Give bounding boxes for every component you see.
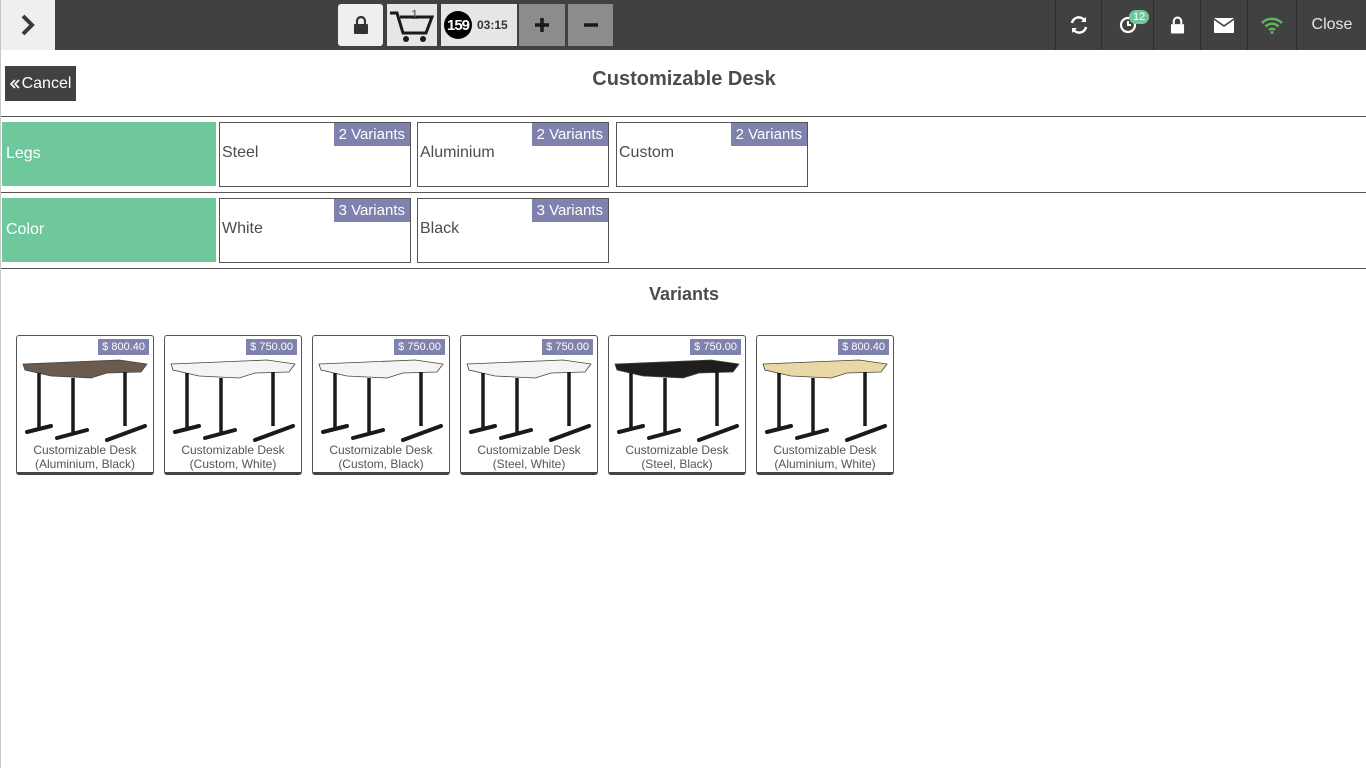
attribute-value-name: Custom [619, 144, 675, 161]
remove-order-button[interactable] [568, 4, 613, 46]
notification-badge: 12 [1129, 10, 1150, 24]
product-name-line: Customizable Desk [625, 443, 729, 457]
product-variant-line: (Steel, White) [492, 457, 566, 471]
product-price: $ 750.00 [690, 339, 741, 355]
attribute-label-color: Color [2, 198, 216, 262]
attribute-value-aluminium[interactable]: Aluminium 2 Variants [417, 122, 609, 187]
close-button[interactable]: Close [1296, 0, 1366, 50]
attribute-value-name: Steel [222, 144, 259, 161]
product-price: $ 750.00 [394, 339, 445, 355]
connection-status[interactable] [1247, 0, 1296, 50]
product-tile[interactable]: $ 800.40 Customizable Desk (Aluminium, Bla… [16, 335, 154, 475]
session-number: 159 [444, 11, 472, 39]
attribute-value-name: Aluminium [420, 144, 495, 161]
product-image [762, 359, 888, 442]
wifi-icon [1261, 17, 1283, 34]
page-title: Customizable Desk [592, 68, 776, 90]
session-time: 03:15 [477, 18, 508, 32]
attribute-value-name: Black [420, 220, 460, 237]
order-number: 1 [411, 7, 419, 22]
product-name: Customizable Desk (Custom, White) [165, 443, 301, 471]
lock-button[interactable] [338, 4, 383, 46]
product-name-line: Customizable Desk [773, 443, 877, 457]
product-image [614, 359, 740, 442]
attribute-value-black[interactable]: Black 3 Variants [417, 198, 609, 263]
product-image [318, 359, 444, 442]
sync-button[interactable] [1055, 0, 1101, 50]
product-name: Customizable Desk (Aluminium, White) [757, 443, 893, 471]
minus-icon [583, 23, 598, 27]
product-name-line: Customizable Desk [477, 443, 581, 457]
product-image [22, 359, 148, 442]
lock-screen-button[interactable] [1153, 0, 1200, 50]
divider [1, 116, 1366, 117]
product-tile[interactable]: $ 750.00 Customizable Desk (Steel, White) [460, 335, 598, 475]
messages-button[interactable] [1200, 0, 1247, 50]
session-button[interactable]: 159 03:15 [441, 4, 517, 46]
lock-icon [1170, 16, 1184, 34]
product-price: $ 750.00 [246, 339, 297, 355]
product-variant-line: (Steel, Black) [641, 457, 713, 471]
mail-icon [1214, 17, 1234, 33]
chevron-right-icon [21, 14, 35, 36]
product-tile[interactable]: $ 750.00 Customizable Desk (Steel, Black) [608, 335, 746, 475]
variant-count-badge: 3 Variants [531, 199, 608, 222]
variant-count-badge: 2 Variants [333, 123, 410, 146]
order-cart-button[interactable]: 1 [387, 4, 437, 46]
plus-icon [535, 18, 549, 32]
lock-icon [353, 16, 368, 34]
attribute-value-name: White [222, 220, 263, 237]
variant-count-badge: 2 Variants [730, 123, 807, 146]
product-name-line: Customizable Desk [329, 443, 433, 457]
pos-topbar: 1 159 03:15 12 Close [1, 0, 1366, 50]
attribute-value-custom[interactable]: Custom 2 Variants [616, 122, 808, 187]
attribute-value-white[interactable]: White 3 Variants [219, 198, 411, 263]
product-name: Customizable Desk (Aluminium, Black) [17, 443, 153, 471]
attribute-label-legs: Legs [2, 122, 216, 186]
product-image [466, 359, 592, 442]
product-variant-line: (Aluminium, White) [774, 457, 876, 471]
product-name: Customizable Desk (Custom, Black) [313, 443, 449, 471]
back-button[interactable] [1, 0, 55, 50]
product-price: $ 750.00 [542, 339, 593, 355]
sync-icon [1070, 16, 1087, 34]
product-name-line: Customizable Desk [181, 443, 285, 457]
divider [1, 192, 1366, 193]
product-name-line: Customizable Desk [33, 443, 137, 457]
variants-title: Variants [648, 284, 720, 304]
variant-count-badge: 2 Variants [531, 123, 608, 146]
product-tile[interactable]: $ 800.40 Customizable Desk (Aluminium, Whi… [756, 335, 894, 475]
product-price: $ 800.40 [98, 339, 149, 355]
product-name: Customizable Desk (Steel, Black) [609, 443, 745, 471]
add-order-button[interactable] [519, 4, 565, 46]
product-variant-line: (Aluminium, Black) [34, 457, 136, 471]
divider [1, 268, 1366, 269]
product-tile[interactable]: $ 750.00 Customizable Desk (Custom, Black) [312, 335, 450, 475]
product-variant-line: (Custom, White) [189, 457, 277, 471]
product-image [170, 359, 296, 442]
product-name: Customizable Desk (Steel, White) [461, 443, 597, 471]
product-tile[interactable]: $ 750.00 Customizable Desk (Custom, White) [164, 335, 302, 475]
attribute-value-steel[interactable]: Steel 2 Variants [219, 122, 411, 187]
product-price: $ 800.40 [838, 339, 889, 355]
product-variant-line: (Custom, Black) [338, 457, 424, 471]
activity-button[interactable]: 12 [1101, 0, 1153, 50]
variant-count-badge: 3 Variants [333, 199, 410, 222]
